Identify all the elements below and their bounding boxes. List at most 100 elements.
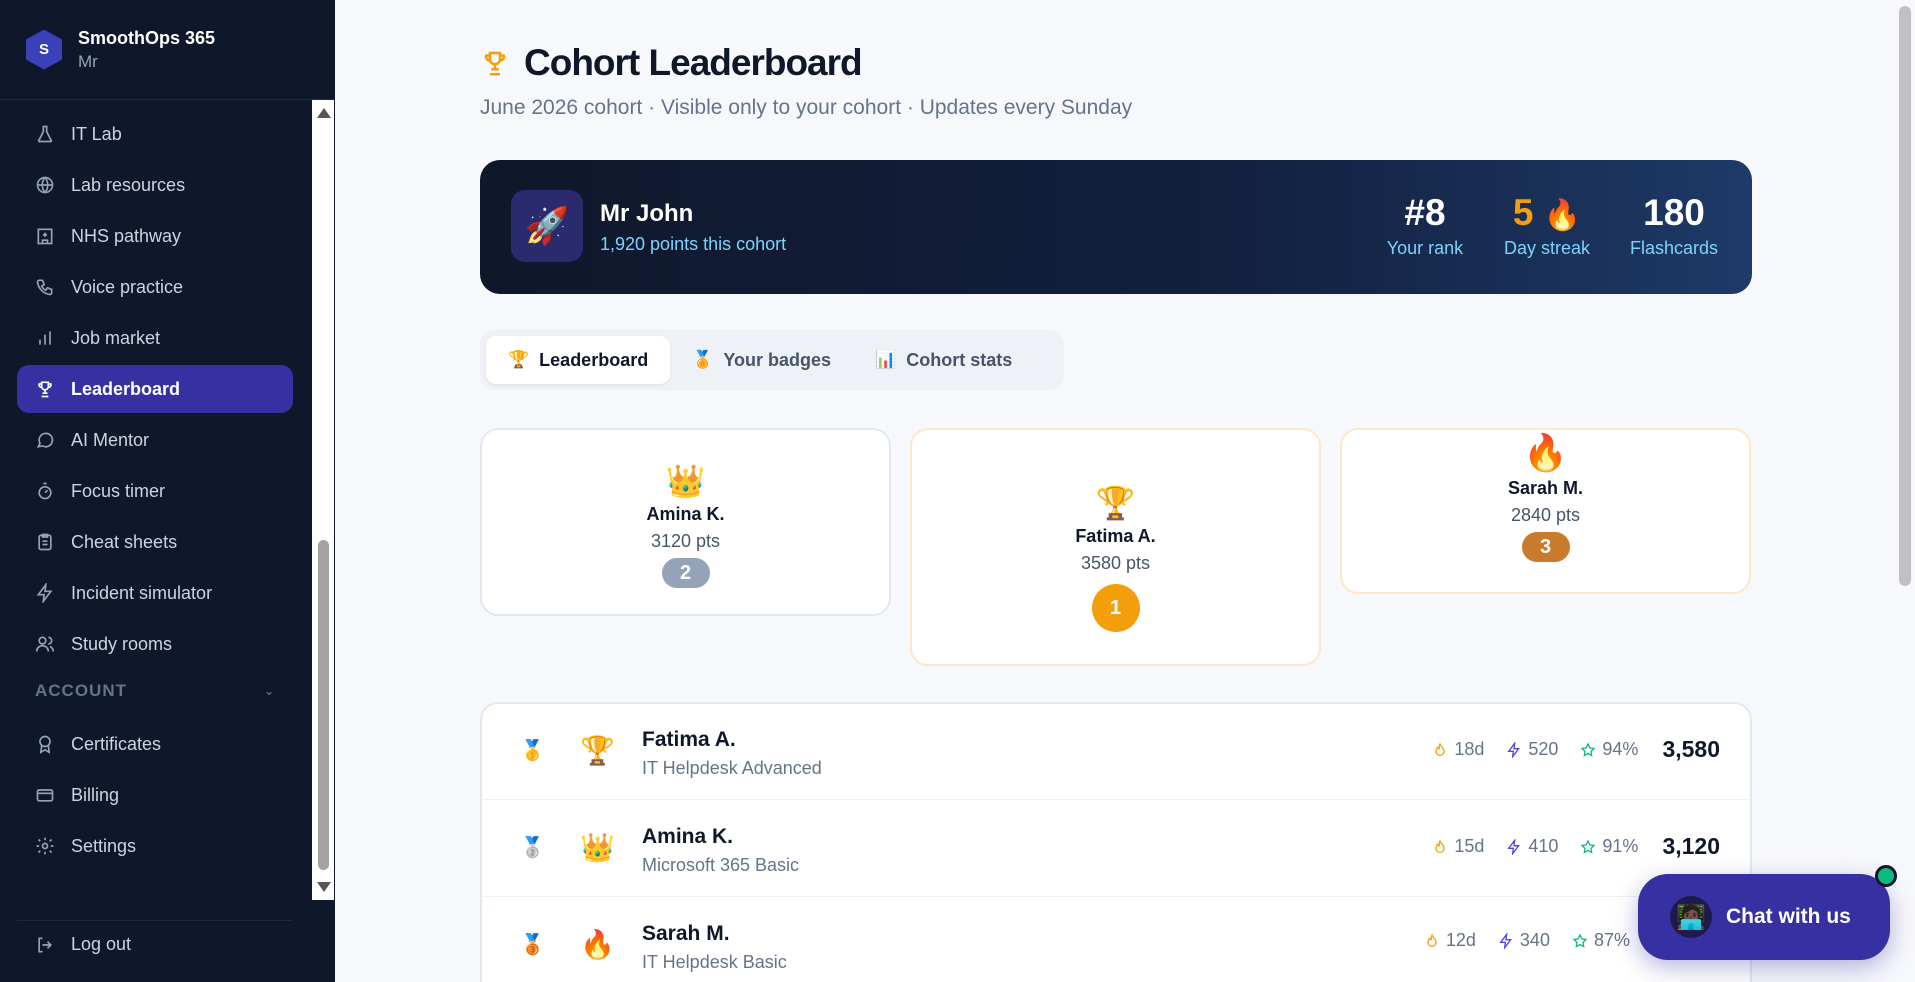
chevron-down-icon: ⌄ <box>263 684 275 698</box>
account-section-label: ACCOUNT <box>35 681 127 700</box>
sidebar-item-billing[interactable]: Billing <box>17 771 293 819</box>
sidebar-item-label: Voice practice <box>71 276 184 297</box>
sidebar-scroll-thumb[interactable] <box>318 540 329 870</box>
row-streak: 12d <box>1445 930 1476 950</box>
chat-label: Chat with us <box>1726 905 1851 928</box>
rank-badge-2: 2 <box>661 558 710 588</box>
bolt-icon <box>1507 838 1521 855</box>
sidebar-item-settings[interactable]: Settings <box>17 822 293 870</box>
streak-label: Day streak <box>1503 238 1591 258</box>
page-title: Cohort Leaderboard <box>480 42 863 84</box>
row-accuracy: 87% <box>1593 930 1630 950</box>
sidebar-item-lab-resources[interactable]: Lab resources <box>17 161 293 209</box>
podium-points: 3580 pts <box>1080 553 1151 573</box>
fire-icon: 🔥 <box>580 929 615 960</box>
brand-user: Mr <box>78 51 98 71</box>
tab-label: Cohort stats <box>906 349 1013 370</box>
stopwatch-icon <box>38 482 52 500</box>
tab-cohort-stats[interactable]: 📊 Cohort stats <box>853 336 1034 384</box>
row-xp: 340 <box>1519 930 1550 950</box>
trophy-icon: 🏆 <box>580 735 615 766</box>
rank-badge-3: 3 <box>1521 532 1570 562</box>
sidebar-item-label: Settings <box>71 835 137 856</box>
scroll-up-arrow-icon[interactable] <box>317 108 331 118</box>
leaderboard-list: 🥇 🏆 Fatima A. IT Helpdesk Advanced 18d 5… <box>480 702 1752 982</box>
trophy-icon <box>38 381 52 398</box>
hospital-icon <box>37 228 53 245</box>
flashcards-label: Flashcards <box>1629 238 1719 258</box>
row-stats: 12d 340 87% <box>1402 930 1630 951</box>
sidebar-item-voice-practice[interactable]: Voice practice <box>17 263 293 311</box>
podium-points: 3120 pts <box>650 531 721 551</box>
sidebar-item-incident-simulator[interactable]: Incident simulator <box>17 569 293 617</box>
crown-icon: 👑 <box>665 463 706 499</box>
leaderboard-row[interactable]: 🥉 🔥 Sarah M. IT Helpdesk Basic 12d 340 8… <box>482 898 1750 982</box>
brand-logo: S <box>26 29 62 70</box>
sidebar-item-nhs-pathway[interactable]: NHS pathway <box>17 212 293 260</box>
leaderboard-row[interactable]: 🥇 🏆 Fatima A. IT Helpdesk Advanced 18d 5… <box>482 704 1750 800</box>
tab-leaderboard[interactable]: 🏆 Leaderboard <box>486 336 671 384</box>
crown-icon: 👑 <box>580 832 615 863</box>
sidebar-item-label: Lab resources <box>71 174 186 195</box>
fire-icon: 🔥 <box>1543 199 1582 232</box>
podium-card-third[interactable]: 🔥 Sarah M. 2840 pts 3 <box>1340 428 1751 594</box>
gear-icon <box>36 837 54 855</box>
streak-stat: 5 🔥 Day streak <box>1492 192 1602 259</box>
page-title-text: Cohort Leaderboard <box>524 42 863 83</box>
sidebar-item-label: Incident simulator <box>71 582 213 603</box>
page-scrollbar-thumb[interactable] <box>1899 6 1911 586</box>
sidebar-item-label: IT Lab <box>71 123 122 144</box>
page-subtitle: June 2026 cohort · Visible only to your … <box>480 96 1133 119</box>
sidebar-scrollbar[interactable] <box>312 100 334 900</box>
sidebar-item-focus-timer[interactable]: Focus timer <box>17 467 293 515</box>
sidebar-item-label: Cheat sheets <box>71 531 178 552</box>
tab-your-badges[interactable]: 🏅 Your badges <box>670 336 853 384</box>
sidebar-item-label: Focus timer <box>71 480 166 501</box>
row-name: Sarah M. <box>642 922 730 945</box>
row-score: 3,120 <box>1662 833 1720 859</box>
bar-chart-icon: 📊 <box>875 350 897 369</box>
row-xp: 410 <box>1528 836 1559 856</box>
user-points: 1,920 points this cohort <box>600 234 787 254</box>
scroll-down-arrow-icon[interactable] <box>317 882 331 892</box>
sidebar-item-job-market[interactable]: Job market <box>17 314 293 362</box>
users-icon <box>35 636 55 652</box>
account-section-toggle[interactable]: ACCOUNT ⌄ <box>35 676 275 706</box>
leaderboard-row[interactable]: 🥈 👑 Amina K. Microsoft 365 Basic 15d 410… <box>482 801 1750 897</box>
sidebar-item-study-rooms[interactable]: Study rooms <box>17 620 293 668</box>
star-icon <box>1580 838 1596 854</box>
rank-label: Your rank <box>1386 238 1464 258</box>
sidebar-item-leaderboard[interactable]: Leaderboard <box>17 365 293 413</box>
logout-label: Log out <box>71 934 132 954</box>
user-name: Mr John <box>600 200 694 227</box>
award-icon <box>39 735 51 754</box>
star-icon <box>1580 741 1596 757</box>
phone-icon <box>36 279 53 296</box>
sidebar-item-cheat-sheets[interactable]: Cheat sheets <box>17 518 293 566</box>
chat-with-us-button[interactable]: 🧑🏿‍💻 Chat with us <box>1638 874 1890 960</box>
brand-header: S SmoothOps 365 Mr <box>0 0 335 100</box>
flame-icon <box>1427 932 1437 947</box>
row-score: 3,580 <box>1662 736 1720 762</box>
sidebar-item-label: Certificates <box>71 733 162 754</box>
sidebar-item-certificates[interactable]: Certificates <box>17 720 293 768</box>
flask-icon <box>37 125 53 143</box>
sidebar-nav: IT Lab Lab resources NHS pathway Voice p… <box>0 102 312 898</box>
row-name: Amina K. <box>642 825 734 848</box>
chat-bubble-icon <box>36 432 54 448</box>
sidebar-item-label: AI Mentor <box>71 429 150 450</box>
main-content: Cohort Leaderboard June 2026 cohort · Vi… <box>335 0 1915 982</box>
online-status-dot <box>1875 865 1897 887</box>
trophy-icon: 🏆 <box>1095 485 1136 521</box>
rank-value: #8 <box>1404 192 1446 233</box>
podium-name: Sarah M. <box>1507 478 1584 498</box>
row-streak: 15d <box>1454 836 1485 856</box>
fire-icon: 🔥 <box>1523 432 1568 473</box>
rank-badge-1: 1 <box>1091 584 1140 632</box>
podium-card-first[interactable]: 🏆 Fatima A. 3580 pts 1 <box>910 428 1321 666</box>
podium-card-second[interactable]: 👑 Amina K. 3120 pts 2 <box>480 428 891 616</box>
sidebar-item-ai-mentor[interactable]: AI Mentor <box>17 416 293 464</box>
sidebar-item-it-lab[interactable]: IT Lab <box>17 110 293 158</box>
logout-button[interactable]: Log out <box>17 920 293 968</box>
medal-icon: 🏅 <box>692 350 714 369</box>
